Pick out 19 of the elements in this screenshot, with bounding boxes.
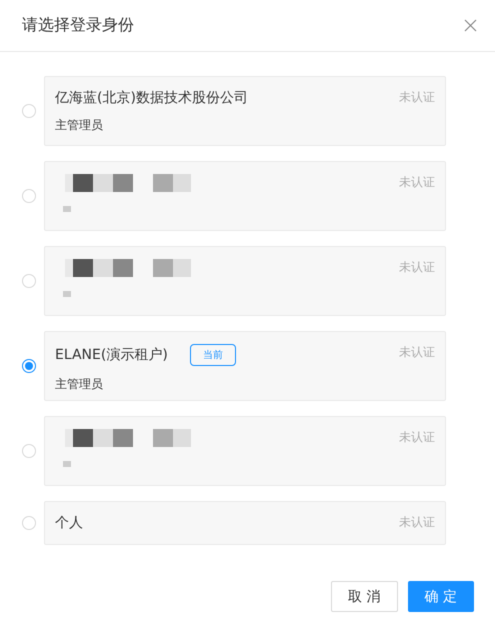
role-label: 主管理员 [55, 117, 104, 134]
status-label: 未认证 [399, 259, 435, 276]
status-label: 未认证 [399, 344, 435, 361]
status-label: 未认证 [399, 514, 435, 531]
status-label: 未认证 [399, 174, 435, 191]
radio-button[interactable] [22, 359, 36, 373]
dialog-title: 请选择登录身份 [22, 15, 134, 36]
status-label: 未认证 [399, 429, 435, 446]
role-label: 主管理员 [55, 376, 104, 393]
identity-card[interactable]: ELANE(演示租户) 当前 主管理员 未认证 [44, 331, 446, 401]
close-icon[interactable] [464, 19, 477, 32]
current-tag: 当前 [190, 344, 236, 366]
cancel-button[interactable]: 取 消 [331, 581, 398, 612]
identity-card[interactable]: 个人 未认证 [44, 501, 446, 545]
identity-card[interactable]: 亿海蓝(北京)数据技术股份公司 主管理员 未认证 [44, 76, 446, 146]
identity-name: 亿海蓝(北京)数据技术股份公司 [55, 89, 248, 107]
identity-name: 个人 [55, 514, 83, 532]
identity-name: ELANE(演示租户) [55, 346, 168, 364]
status-label: 未认证 [399, 89, 435, 106]
